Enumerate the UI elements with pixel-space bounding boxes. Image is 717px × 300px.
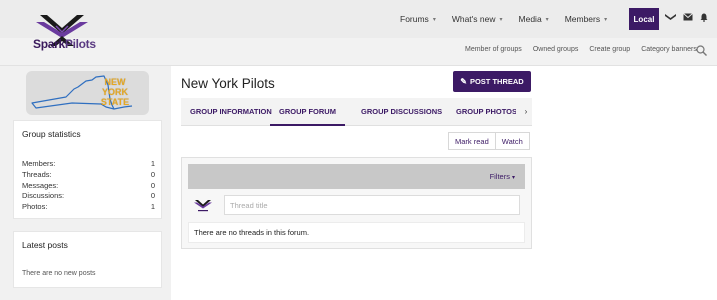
mail-icon[interactable] — [683, 13, 693, 21]
bell-icon[interactable] — [700, 13, 708, 22]
post-thread-button[interactable]: ✎ POST THREAD — [453, 71, 531, 92]
nav-members-label: Members — [564, 14, 601, 24]
filters-dropdown[interactable]: Filters ▾ — [490, 164, 515, 189]
stat-row-discussions: Discussions: 0 — [22, 191, 155, 202]
stat-label: Photos: — [22, 202, 48, 212]
nav-local-active[interactable]: Local — [629, 8, 659, 30]
brand-name-part1: Spark — [33, 37, 65, 51]
nav-forums[interactable]: Forums ▾ — [400, 14, 436, 24]
tabs-scroll-right-icon[interactable]: › — [520, 98, 532, 126]
stat-value: 1 — [150, 202, 155, 212]
nav-media[interactable]: Media ▾ — [519, 14, 549, 24]
group-tabs: GROUP INFORMATION GROUP FORUM GROUP DISC… — [181, 98, 532, 126]
latest-posts-empty: There are no new posts — [22, 270, 96, 277]
brand-name-part2: Pilots — [64, 37, 96, 51]
chevron-down-icon: ▾ — [511, 175, 515, 181]
stat-value: 1 — [150, 159, 155, 168]
watch-button[interactable]: Watch — [495, 132, 530, 150]
stat-label: Messages: — [22, 180, 59, 190]
avatar — [194, 200, 212, 212]
chevron-down-icon: ▾ — [432, 16, 436, 23]
latest-posts-card: Latest posts There are no new posts — [13, 231, 162, 288]
forum-actions: Mark read Watch — [448, 132, 530, 150]
main-nav: Forums ▾ What's new ▾ Media ▾ Members ▾ — [400, 9, 623, 29]
banner-text-line-2: YORK — [101, 87, 128, 97]
stat-row-members: Members: 1 — [22, 159, 155, 170]
plane-icon[interactable] — [665, 13, 676, 22]
latest-posts-title: Latest posts — [22, 240, 68, 250]
chevron-down-icon: ▾ — [545, 16, 549, 23]
banner-text: NEW YORK STATE — [90, 77, 140, 107]
tab-group-discussions[interactable]: GROUP DISCUSSIONS — [361, 98, 442, 126]
stat-label: Threads: — [22, 169, 52, 179]
nav-forums-label: Forums — [400, 14, 429, 24]
tab-group-information[interactable]: GROUP INFORMATION — [190, 98, 272, 126]
mark-read-button[interactable]: Mark read — [448, 132, 496, 150]
search-icon[interactable] — [696, 45, 707, 56]
user-icons — [665, 13, 708, 22]
stat-row-photos: Photos: 1 — [22, 202, 155, 213]
stat-row-messages: Messages: 0 — [22, 181, 155, 192]
page: SparkPilots Forums ▾ What's new ▾ Media ▾ M… — [0, 0, 717, 300]
group-statistics-card: Group statistics Members: 1 Threads: 0 Mes… — [13, 120, 162, 219]
stat-value: 0 — [150, 180, 155, 190]
page-title: New York Pilots — [181, 76, 275, 91]
stat-value: 0 — [150, 191, 155, 201]
subnav-owned-groups[interactable]: Owned groups — [533, 46, 579, 53]
nav-whats-new[interactable]: What's new ▾ — [452, 14, 503, 24]
no-threads-message: There are no threads in this forum. — [188, 222, 525, 243]
post-thread-label: POST THREAD — [469, 77, 524, 86]
nav-whats-new-label: What's new — [451, 14, 496, 24]
subnav-create-group[interactable]: Create group — [589, 46, 630, 53]
group-subnav: Member of groups Owned groups Create gro… — [465, 46, 708, 53]
stat-label: Members: — [22, 159, 56, 168]
subnav-category-banners[interactable]: Category banners — [641, 46, 697, 53]
banner-text-line-1: NEW — [104, 77, 126, 87]
pencil-icon: ✎ — [460, 77, 467, 86]
banner-text-line-3: STATE — [100, 97, 130, 107]
filters-label: Filters — [489, 172, 510, 181]
stat-value: 0 — [150, 169, 155, 179]
stat-row-threads: Threads: 0 — [22, 170, 155, 181]
nav-media-label: Media — [518, 14, 542, 24]
thread-title-input[interactable] — [224, 195, 520, 215]
group-banner: NEW YORK STATE — [26, 71, 149, 115]
filter-bar: Filters ▾ — [188, 164, 525, 189]
group-statistics-title: Group statistics — [22, 129, 81, 139]
chevron-down-icon: ▾ — [604, 16, 608, 23]
chevron-down-icon: ▾ — [499, 16, 503, 23]
stat-label: Discussions: — [22, 191, 65, 201]
nav-members[interactable]: Members ▾ — [565, 14, 607, 24]
stats-list: Members: 1 Threads: 0 Messages: 0 Discussio… — [22, 159, 155, 213]
subnav-member-of-groups[interactable]: Member of groups — [465, 46, 522, 53]
tab-group-forum[interactable]: GROUP FORUM — [270, 98, 345, 126]
tab-group-photos[interactable]: GROUP PHOTOS — [456, 98, 516, 126]
brand-name[interactable]: SparkPilots — [33, 37, 96, 51]
